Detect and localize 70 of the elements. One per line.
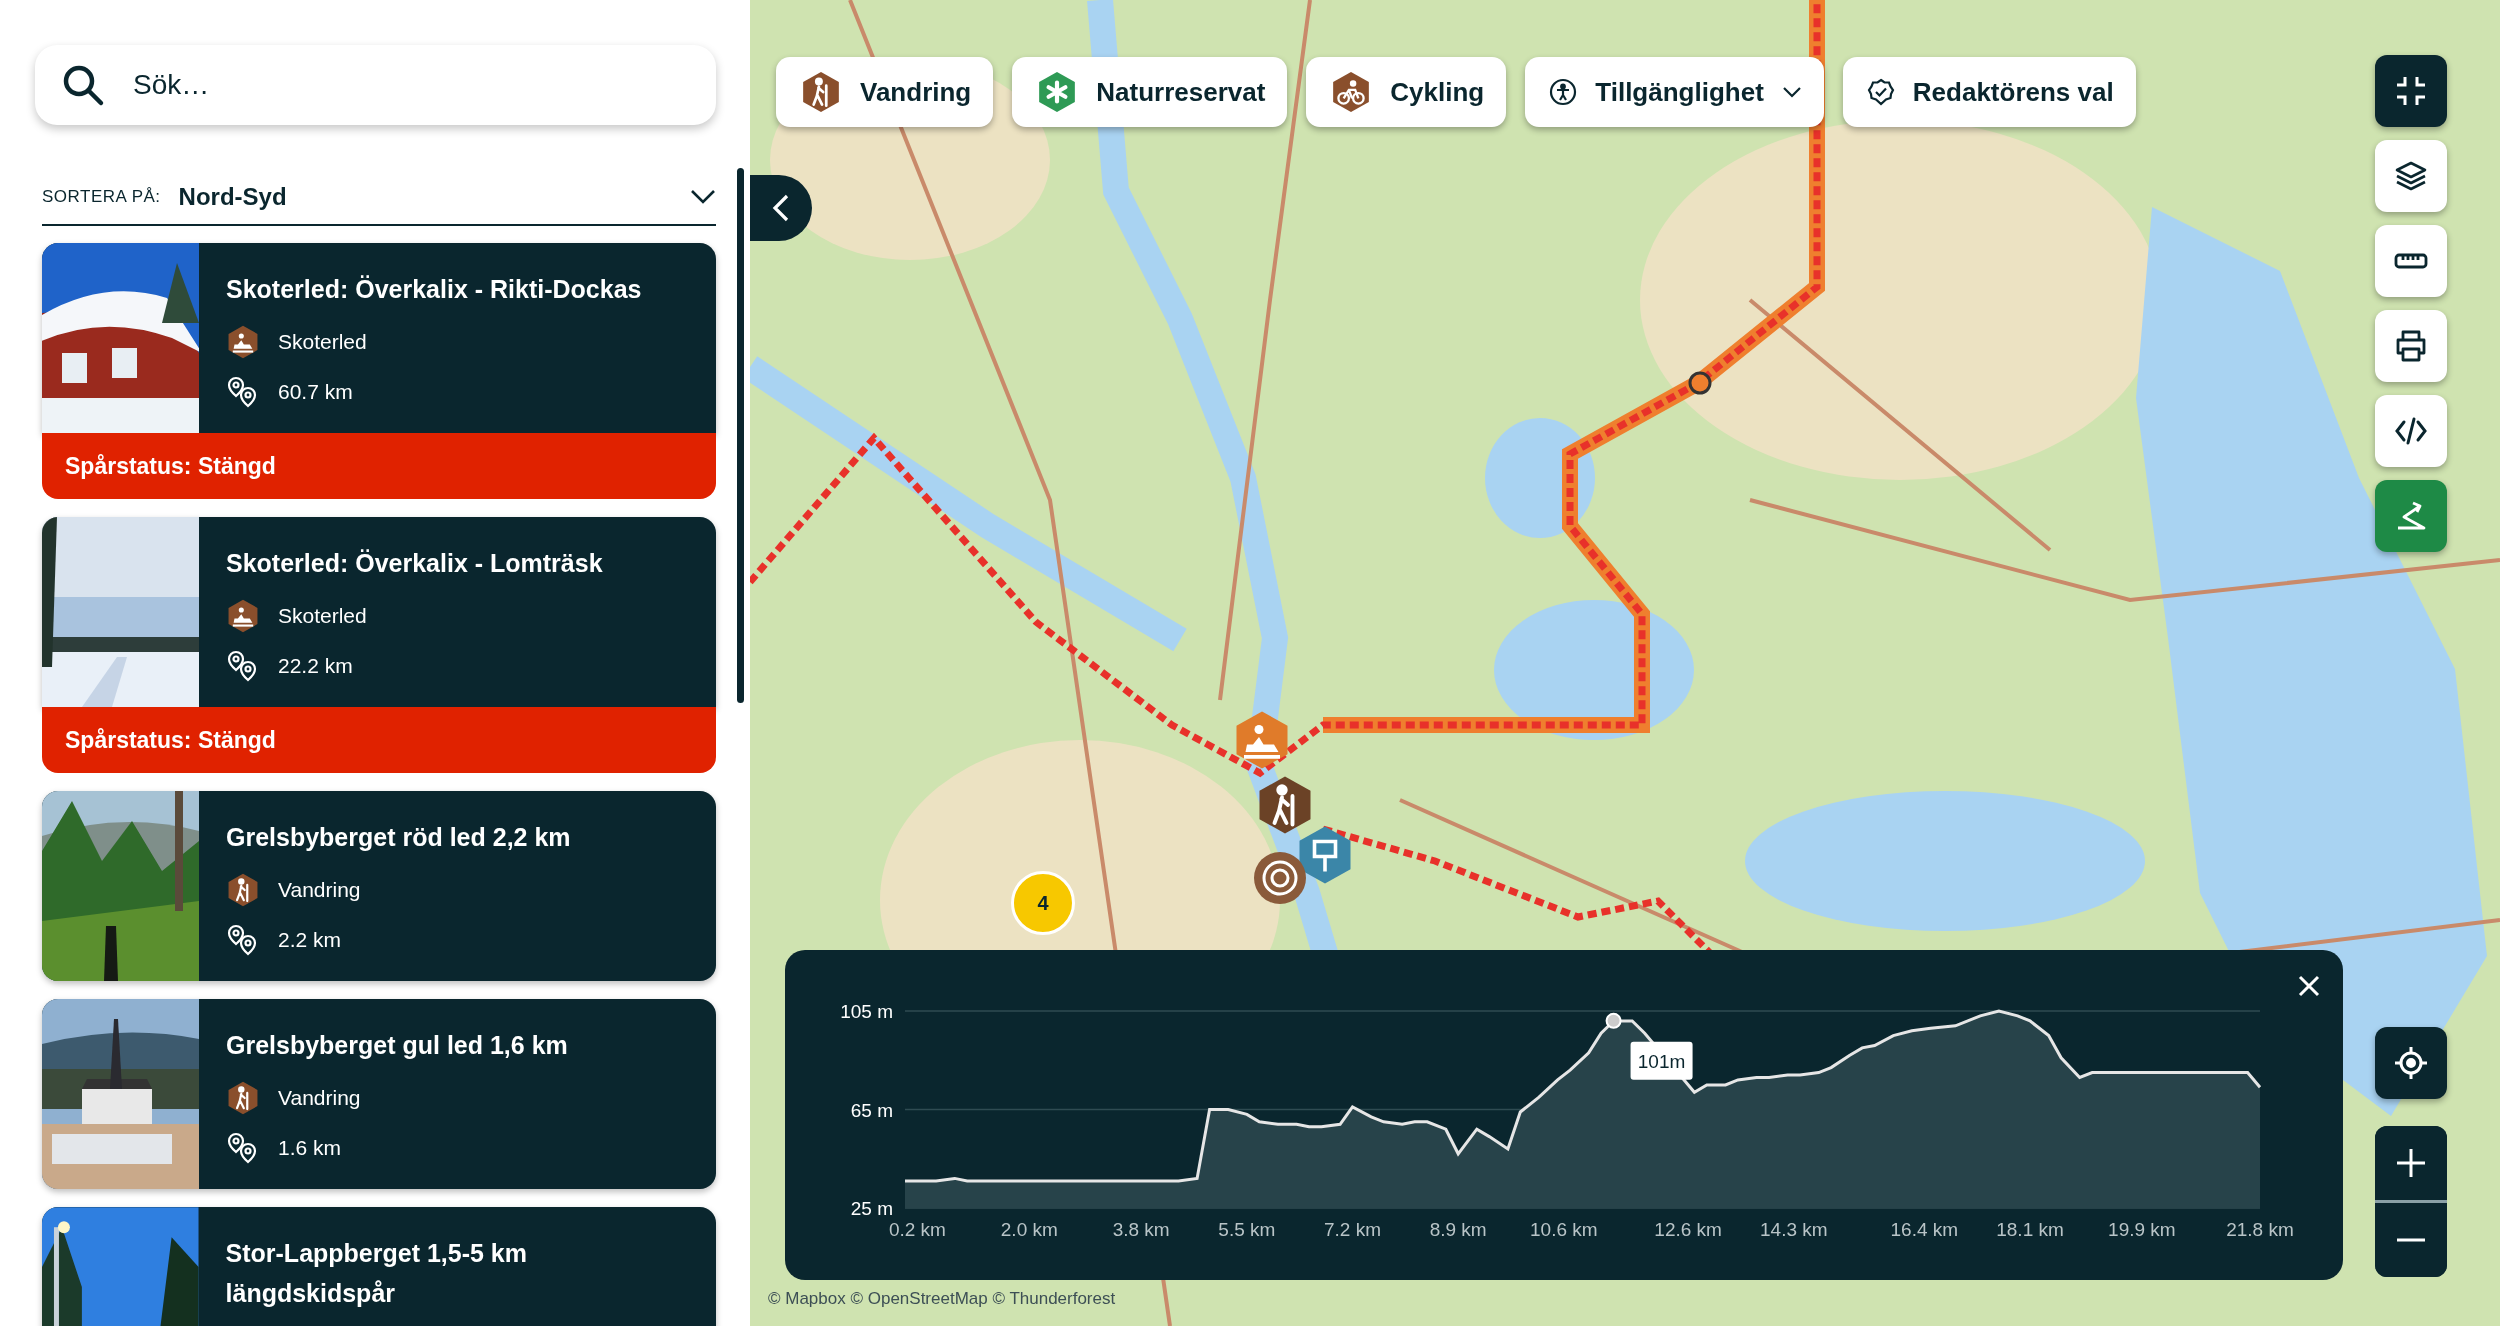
trail-category: Skoterled <box>278 329 367 356</box>
trail-card[interactable]: Skoterled: Överkalix - Rikti-Dockas Skoterled 60.7 km <box>42 243 716 433</box>
annotation: 101m <box>1637 1050 1686 1072</box>
crosshair-icon <box>2393 1045 2429 1081</box>
axis-label: 25 m <box>850 1198 893 1219</box>
trail-distance: 2.2 km <box>278 927 342 954</box>
map-attribution: © Mapbox © OpenStreetMap © Thunderforest <box>768 1288 1116 1310</box>
elevation-tooltip: 101m <box>1630 1041 1693 1080</box>
trail-marker-icon[interactable] <box>1252 850 1308 906</box>
axis-label: 18.1 km <box>1996 1219 2064 1240</box>
trail-title: Skoterled: Överkalix - Rikti-Dockas <box>226 274 642 305</box>
axis-label: 0.2 km <box>888 1219 946 1240</box>
trail-category: Skoterled <box>278 603 367 630</box>
caret-icon <box>690 189 716 205</box>
axis-label: 12.6 km <box>1654 1219 1722 1240</box>
axis-label: 65 m <box>850 1099 893 1121</box>
badge-check-icon <box>1866 78 1895 106</box>
hiker-icon <box>226 873 260 907</box>
axis-label: 2.0 km <box>1000 1219 1058 1240</box>
axis-label: 19.9 km <box>2108 1219 2176 1240</box>
collapse-panel-button[interactable] <box>750 175 812 241</box>
map-tool-button[interactable] <box>2375 310 2447 382</box>
trail-distance: 60.7 km <box>278 379 353 406</box>
map-tool-button[interactable] <box>2375 395 2447 467</box>
accessibility-icon <box>1549 78 1578 106</box>
axis-label: 21.8 km <box>2226 1219 2294 1240</box>
hiker-icon <box>800 71 842 113</box>
axis-label: 8.9 km <box>1429 1219 1487 1240</box>
map-tool-button[interactable] <box>2375 55 2447 127</box>
map-tool-button[interactable] <box>2375 225 2447 297</box>
axis-label: 14.3 km <box>1760 1219 1828 1240</box>
trail-title: Stor-Lappberget 1,5-5 km längdskidspår <box>225 1238 528 1309</box>
snowmobile-icon <box>226 599 260 633</box>
axis-label: 105 m <box>840 1001 893 1022</box>
trail-card[interactable]: Grelsbyberget röd led 2,2 km Vandring 2.2 km <box>42 791 716 981</box>
axis-label: 16.4 km <box>1890 1219 1959 1240</box>
trail-title: Grelsbyberget gul led 1,6 km <box>226 1030 568 1061</box>
trail-distance: 1.6 km <box>278 1135 342 1162</box>
trail-title: Grelsbyberget röd led 2,2 km <box>226 822 571 853</box>
caret-icon <box>1781 86 1802 98</box>
trail-category: Vandring <box>278 877 361 904</box>
filter-chip[interactable]: Tillgänglighet <box>1525 57 1824 127</box>
axis-label: 10.6 km <box>1530 1219 1598 1240</box>
minus-icon <box>2397 1238 2425 1242</box>
scrollbar[interactable] <box>737 168 744 703</box>
trail-card[interactable]: Grelsbyberget gul led 1,6 km Vandring 1.6 km <box>42 999 716 1189</box>
search-icon <box>61 63 105 107</box>
filter-chip[interactable]: Naturreservat <box>1012 57 1288 127</box>
trail-card[interactable]: Stor-Lappberget 1,5-5 km längdskidspår <box>42 1207 716 1326</box>
axis-label: 7.2 km <box>1324 1219 1382 1240</box>
trail-title: Skoterled: Överkalix - Lomträsk <box>226 548 603 579</box>
trail-card[interactable]: Skoterled: Överkalix - Lomträsk Skoterled 22.2 km <box>42 517 716 707</box>
trail-category: Vandring <box>278 1085 361 1112</box>
locate-button[interactable] <box>2375 1027 2447 1099</box>
search-field[interactable]: Sök… <box>131 63 690 107</box>
trail-distance: 22.2 km <box>278 653 353 680</box>
snowmobile-icon <box>226 325 260 359</box>
sort-dropdown[interactable]: Nord-Syd <box>178 179 716 215</box>
hover-point <box>1605 1012 1622 1029</box>
filter-chip[interactable]: Vandring <box>776 57 994 127</box>
trail-status: Spårstatus: Stängd <box>42 707 716 773</box>
close-icon <box>2297 974 2321 998</box>
axis-label: 3.8 km <box>1112 1219 1170 1240</box>
filter-chip[interactable]: Cykling <box>1306 57 1507 127</box>
map-tool-button[interactable] <box>2375 140 2447 212</box>
trail-status: Spårstatus: Stängd <box>42 433 716 499</box>
filter-chip[interactable]: Redaktörens val <box>1842 57 2136 127</box>
hiker-icon <box>226 1081 260 1115</box>
sort-label: SORTERA PÅ: <box>42 186 161 209</box>
axis-label: 5.5 km <box>1218 1219 1276 1240</box>
